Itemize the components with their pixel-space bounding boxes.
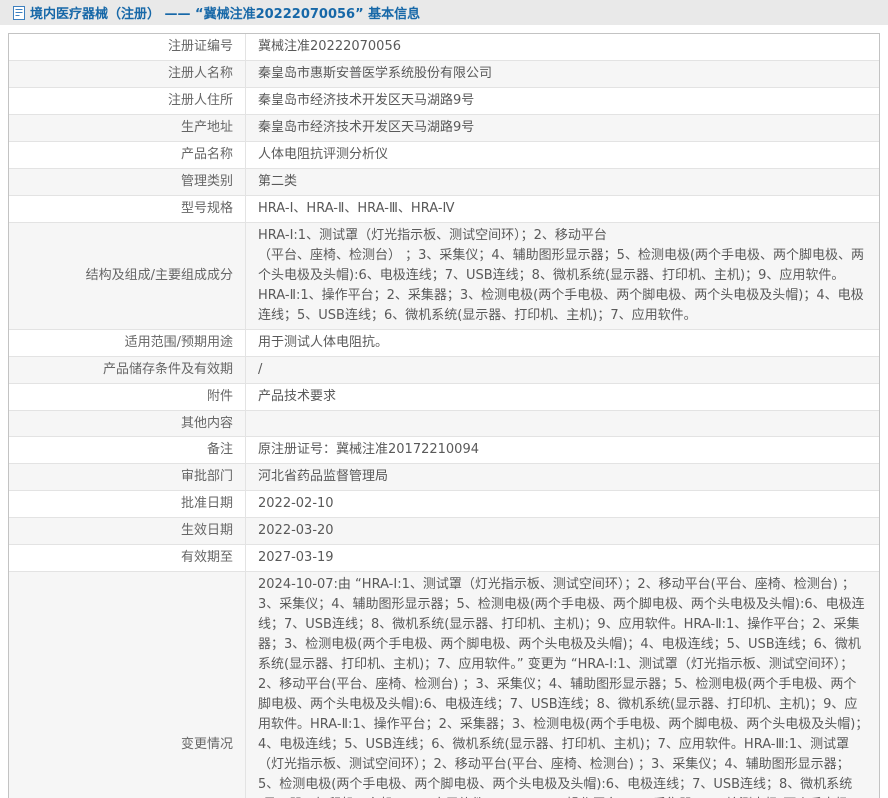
row-label: 有效期至: [9, 545, 246, 571]
row-value: [246, 411, 879, 436]
row-value: HRA-Ⅰ:1、测试罩（灯光指示板、测试空间环）；2、移动平台 （平台、座椅、检…: [258, 228, 865, 323]
row-label: 审批部门: [9, 464, 246, 490]
row-value: 原注册证号：冀械注准20172210094: [258, 442, 479, 457]
row-label: 适用范围/预期用途: [9, 330, 246, 356]
row-value: 秦皇岛市经济技术开发区天马湖路9号: [258, 120, 475, 135]
row-value: 产品技术要求: [258, 389, 337, 404]
document-icon: [13, 5, 25, 20]
row-value: 用于测试人体电阻抗。: [258, 335, 389, 350]
row-value: HRA-Ⅰ、HRA-Ⅱ、HRA-Ⅲ、HRA-Ⅳ: [258, 201, 455, 216]
table-row: 审批部门 河北省药品监督管理局: [9, 463, 879, 490]
table-row: 生产地址 秦皇岛市经济技术开发区天马湖路9号: [9, 114, 879, 141]
table-row: 结构及组成/主要组成成分 HRA-Ⅰ:1、测试罩（灯光指示板、测试空间环）；2、移…: [9, 222, 879, 329]
table-row: 附件 产品技术要求: [9, 383, 879, 410]
table-row: 备注 原注册证号：冀械注准20172210094: [9, 436, 879, 463]
table-row: 产品储存条件及有效期 /: [9, 356, 879, 383]
row-value: 2022-03-20: [258, 523, 334, 538]
table-row: 生效日期 2022-03-20: [9, 517, 879, 544]
row-value: /: [258, 362, 263, 377]
table-row: 注册人住所 秦皇岛市经济技术开发区天马湖路9号: [9, 87, 879, 114]
table-row: 其他内容: [9, 410, 879, 436]
table-row: 型号规格 HRA-Ⅰ、HRA-Ⅱ、HRA-Ⅲ、HRA-Ⅳ: [9, 195, 879, 222]
row-label: 产品名称: [9, 142, 246, 168]
row-label: 备注: [9, 437, 246, 463]
row-label: 注册人住所: [9, 88, 246, 114]
row-label: 生效日期: [9, 518, 246, 544]
row-label: 注册人名称: [9, 61, 246, 87]
table-row: 适用范围/预期用途 用于测试人体电阻抗。: [9, 329, 879, 356]
row-value: 秦皇岛市惠斯安普医学系统股份有限公司: [258, 66, 493, 81]
row-value: 第二类: [258, 174, 298, 189]
page-title-bar: 境内医疗器械（注册） —— “冀械注准20222070056” 基本信息: [0, 0, 888, 25]
row-value: 2022-02-10: [258, 496, 334, 511]
row-label: 注册证编号: [9, 34, 246, 60]
row-label: 变更情况: [9, 572, 246, 798]
row-label: 结构及组成/主要组成成分: [9, 223, 246, 329]
row-value: 人体电阻抗评测分析仪: [258, 147, 389, 162]
row-value: 河北省药品监督管理局: [258, 469, 389, 484]
table-row: 有效期至 2027-03-19: [9, 544, 879, 571]
row-label: 附件: [9, 384, 246, 410]
row-value: 冀械注准20222070056: [258, 39, 401, 54]
row-label: 其他内容: [9, 411, 246, 436]
info-table: 注册证编号 冀械注准20222070056 注册人名称 秦皇岛市惠斯安普医学系统股份有…: [8, 33, 880, 798]
table-row: 管理类别 第二类: [9, 168, 879, 195]
row-value: 2024-10-07:由 “HRA-Ⅰ:1、测试罩（灯光指示板、测试空间环）；2…: [258, 577, 869, 798]
row-value: 2027-03-19: [258, 550, 334, 565]
row-label: 产品储存条件及有效期: [9, 357, 246, 383]
table-row: 产品名称 人体电阻抗评测分析仪: [9, 141, 879, 168]
row-label: 生产地址: [9, 115, 246, 141]
row-label: 批准日期: [9, 491, 246, 517]
table-row: 注册证编号 冀械注准20222070056: [9, 34, 879, 60]
row-label: 型号规格: [9, 196, 246, 222]
table-row: 变更情况 2024-10-07:由 “HRA-Ⅰ:1、测试罩（灯光指示板、测试空间…: [9, 571, 879, 798]
table-row: 注册人名称 秦皇岛市惠斯安普医学系统股份有限公司: [9, 60, 879, 87]
row-label: 管理类别: [9, 169, 246, 195]
table-row: 批准日期 2022-02-10: [9, 490, 879, 517]
row-value: 秦皇岛市经济技术开发区天马湖路9号: [258, 93, 475, 108]
page-title: 境内医疗器械（注册） —— “冀械注准20222070056” 基本信息: [30, 7, 421, 22]
